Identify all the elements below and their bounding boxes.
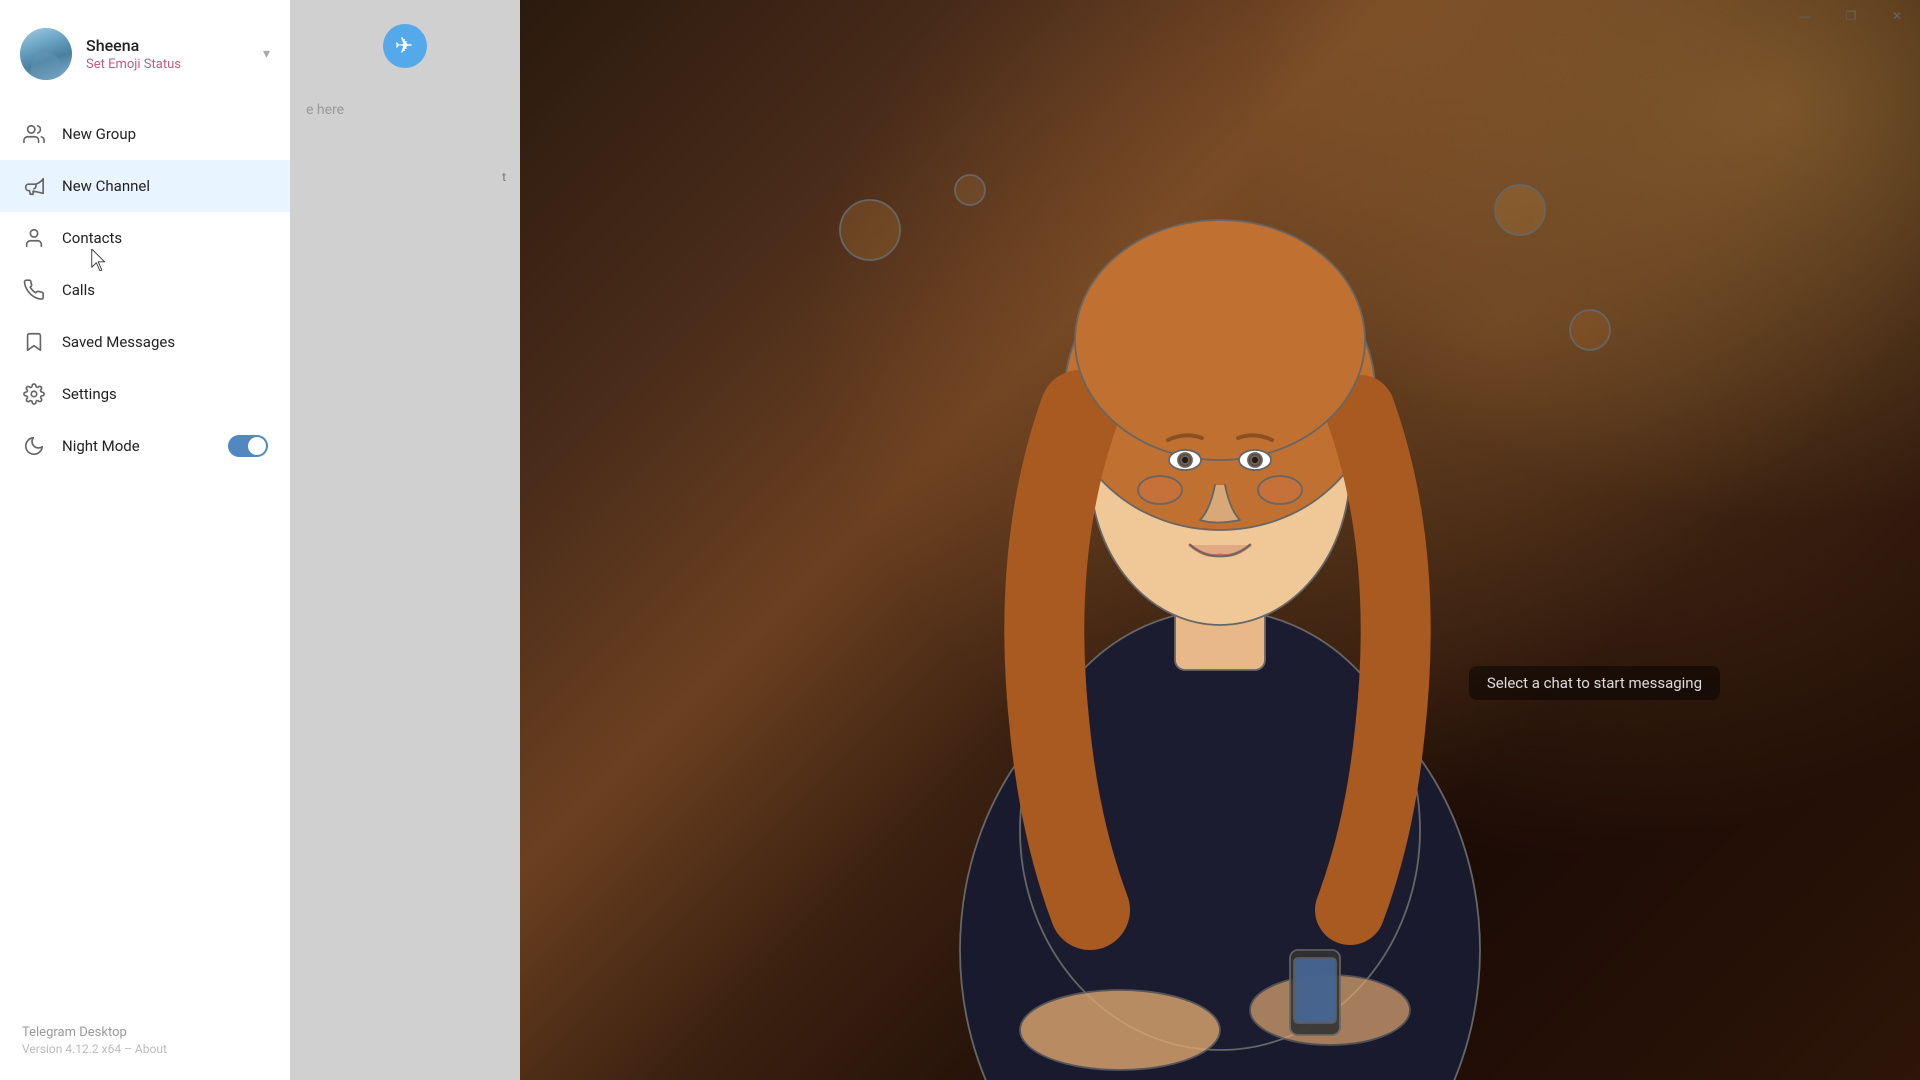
unread-badge: t [502, 170, 506, 184]
bookmark-icon [22, 330, 46, 354]
window-controls: — ❐ ✕ [1782, 0, 1920, 32]
users-icon [22, 122, 46, 146]
minimize-button[interactable]: — [1782, 0, 1828, 32]
menu-list: New Group New Channel Contacts [0, 100, 290, 1009]
sidebar-item-new-channel-label: New Channel [62, 177, 150, 195]
avatar [20, 28, 72, 80]
sidebar-item-calls[interactable]: Calls [0, 264, 290, 316]
night-mode-label: Night Mode [62, 437, 140, 455]
user-profile[interactable]: Sheena Set Emoji Status ▾ [0, 0, 290, 100]
main-content: Select a chat to start messaging [520, 0, 1920, 1080]
phone-icon [22, 278, 46, 302]
gear-icon [22, 382, 46, 406]
sidebar-footer: Telegram Desktop Version 4.12.2 x64 – Ab… [0, 1009, 290, 1080]
sidebar: Sheena Set Emoji Status ▾ New Group [0, 0, 290, 1080]
sidebar-item-settings[interactable]: Settings [0, 368, 290, 420]
chevron-down-icon: ▾ [263, 46, 270, 62]
sidebar-item-night-mode[interactable]: Night Mode [0, 420, 290, 472]
toggle-knob [248, 437, 266, 455]
user-name: Sheena [86, 36, 249, 55]
chat-panel: ✈ e here t [290, 0, 520, 1080]
close-button[interactable]: ✕ [1874, 0, 1920, 32]
sidebar-item-new-group[interactable]: New Group [0, 108, 290, 160]
background-person [770, 130, 1670, 1080]
sidebar-item-contacts-label: Contacts [62, 229, 122, 247]
sidebar-item-saved-messages-label: Saved Messages [62, 333, 175, 351]
select-chat-message: Select a chat to start messaging [1469, 666, 1720, 700]
user-info: Sheena Set Emoji Status [86, 36, 249, 72]
night-mode-toggle[interactable] [228, 435, 268, 457]
moon-icon [22, 434, 46, 458]
telegram-paper-plane-icon: ✈ [395, 34, 413, 59]
sidebar-item-contacts[interactable]: Contacts [0, 212, 290, 264]
sidebar-item-calls-label: Calls [62, 281, 95, 299]
sidebar-item-new-channel[interactable]: New Channel [0, 160, 290, 212]
telegram-compose-button[interactable]: ✈ [383, 24, 427, 68]
emoji-status-link[interactable]: Set Emoji Status [86, 57, 249, 72]
sidebar-item-new-group-label: New Group [62, 125, 136, 143]
sidebar-item-saved-messages[interactable]: Saved Messages [0, 316, 290, 368]
person-icon [22, 226, 46, 250]
app-version[interactable]: Version 4.12.2 x64 – About [22, 1042, 268, 1056]
search-partial-text: e here [290, 88, 520, 132]
app-name: Telegram Desktop [22, 1025, 268, 1040]
maximize-button[interactable]: ❐ [1828, 0, 1874, 32]
sidebar-item-settings-label: Settings [62, 385, 117, 403]
megaphone-icon [22, 174, 46, 198]
